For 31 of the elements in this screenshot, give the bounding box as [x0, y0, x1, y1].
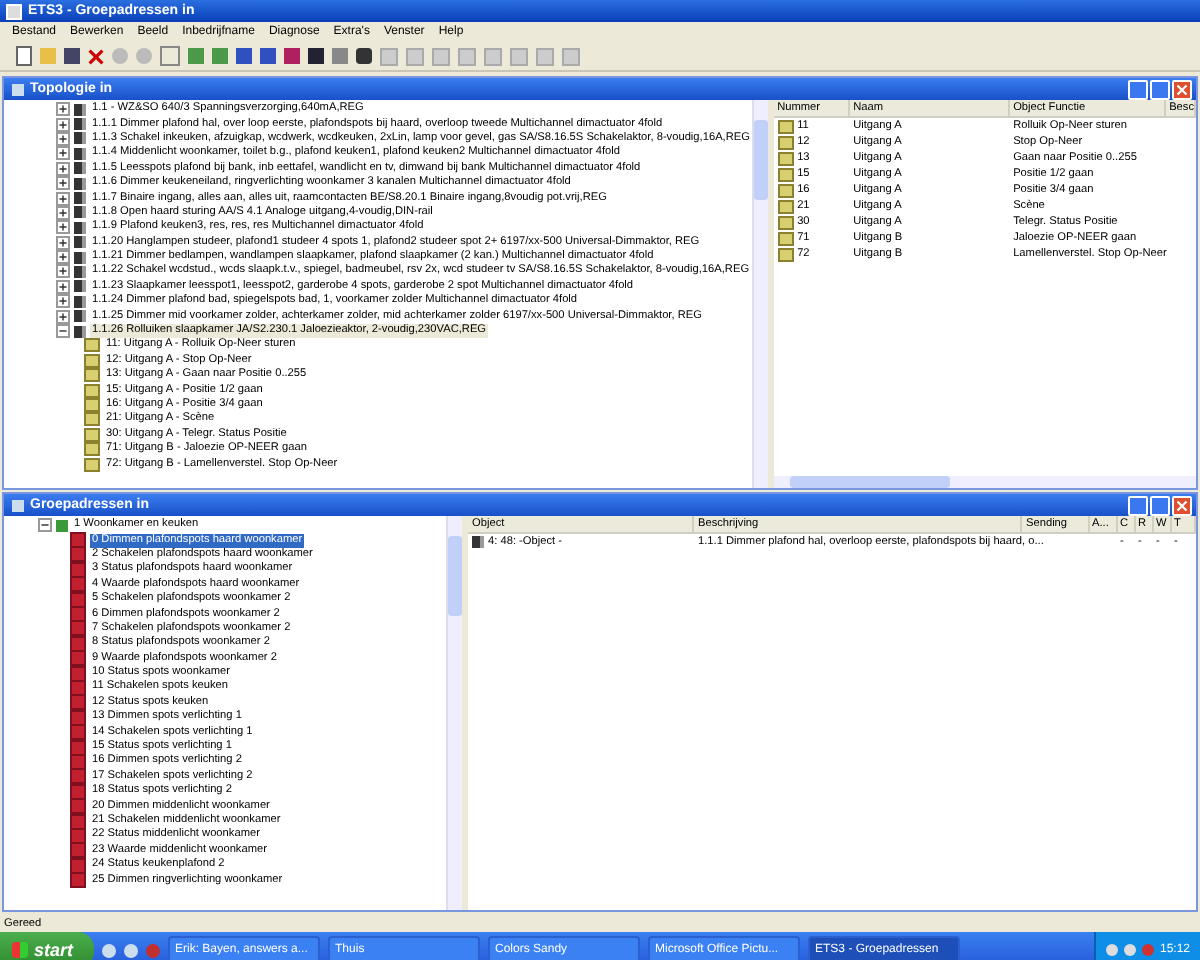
close-button[interactable] — [1172, 495, 1192, 515]
expand-toggle-icon[interactable] — [56, 146, 70, 161]
expand-toggle-icon[interactable] — [56, 294, 70, 309]
start-button[interactable]: start — [0, 932, 94, 960]
expand-toggle-icon[interactable] — [56, 250, 70, 265]
group-icon — [56, 519, 68, 532]
expand-toggle-icon[interactable] — [56, 235, 70, 250]
expand-toggle-icon[interactable] — [56, 191, 70, 206]
device-icon — [472, 536, 484, 548]
maximize-button[interactable] — [1150, 79, 1170, 99]
expand-toggle-icon[interactable] — [56, 102, 70, 117]
expand-toggle-icon[interactable] — [56, 324, 70, 339]
delete-icon[interactable] — [88, 48, 104, 64]
minimize-button[interactable] — [1128, 495, 1148, 515]
minimize-button[interactable] — [1128, 79, 1148, 99]
scrollbar[interactable] — [773, 476, 1196, 488]
expand-toggle-icon[interactable] — [38, 518, 52, 533]
expand-toggle-icon[interactable] — [56, 264, 70, 279]
expand-toggle-icon[interactable] — [56, 176, 70, 191]
expand-toggle-icon[interactable] — [56, 161, 70, 176]
windows-logo-icon — [12, 942, 28, 958]
app-icon — [6, 3, 22, 19]
expand-toggle-icon[interactable] — [56, 117, 70, 132]
maximize-button[interactable] — [1150, 495, 1170, 515]
expand-toggle-icon[interactable] — [56, 309, 70, 324]
expand-toggle-icon[interactable] — [56, 220, 70, 235]
scrollbar[interactable] — [751, 100, 768, 488]
scrollbar[interactable] — [446, 516, 462, 910]
new-file-icon[interactable] — [16, 46, 32, 66]
close-button[interactable] — [1172, 79, 1192, 99]
expand-toggle-icon[interactable] — [56, 279, 70, 294]
